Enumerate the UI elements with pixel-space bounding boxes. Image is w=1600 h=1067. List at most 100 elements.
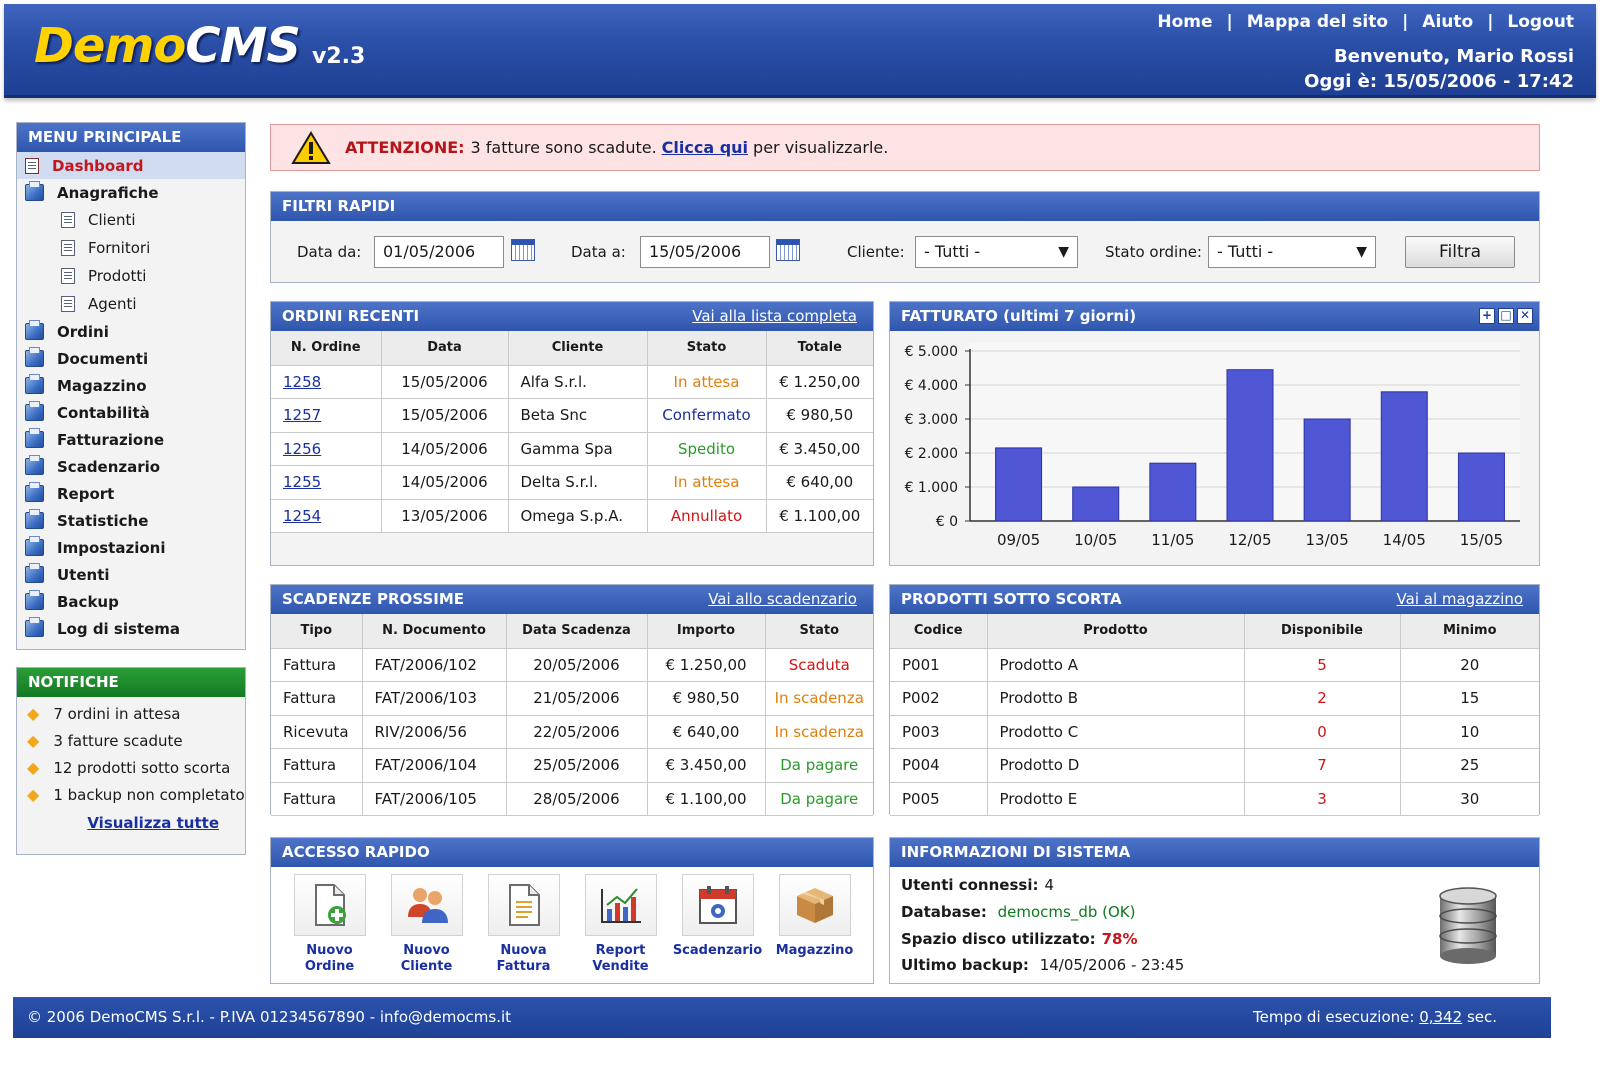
column-header[interactable]: Importo [647,614,766,649]
nav-home[interactable]: Home [1157,12,1212,32]
sidebar-item-fatturazione[interactable]: Fatturazione [17,426,245,453]
deadlines-link[interactable]: Vai allo scadenzario [708,585,857,614]
chevron-down-icon: ▼ [1356,244,1367,260]
column-header[interactable]: Tipo [271,614,363,649]
sidebar-item-label: Report [57,484,115,503]
bar-12-05[interactable] [1226,369,1274,522]
date-from-input[interactable]: 01/05/2006 [374,236,504,268]
order-date: 14/05/2006 [381,432,509,466]
status-select[interactable]: - Tutti - ▼ [1208,236,1376,268]
order-number-link[interactable]: 1257 [271,398,382,433]
quick-new-order[interactable]: Nuovo Ordine [281,874,378,975]
table-row[interactable]: P002 Prodotto B 2 15 [890,681,1539,716]
quick-warehouse[interactable]: Magazzino [766,874,863,975]
notification-item[interactable]: ◆ 7 ordini in attesa [17,700,245,727]
table-row[interactable]: Fattura FAT/2006/103 21/05/2006 € 980,50 In … [271,681,873,716]
sidebar-item-dashboard[interactable]: Dashboard [17,152,245,179]
table-row[interactable]: 1254 13/05/2006 Omega S.p.A. Annullato € 1.1… [271,499,873,533]
bar-13-05[interactable] [1303,418,1351,522]
nav-sitemap[interactable]: Mappa del sito [1247,12,1388,32]
x-tick-label: 09/05 [997,531,1040,549]
sidebar-item-utenti[interactable]: Utenti [17,561,245,588]
sidebar-item-magazzino[interactable]: Magazzino [17,372,245,399]
revenue-title: FATTURATO (ultimi 7 giorni) + □ ✕ [890,302,1539,331]
close-icon[interactable]: ✕ [1517,308,1533,324]
sidebar-item-impostazioni[interactable]: Impostazioni [17,534,245,561]
warehouse-link[interactable]: Vai al magazzino [1397,585,1523,614]
sidebar-item-report[interactable]: Report [17,480,245,507]
column-header[interactable]: N. Documento [362,614,507,649]
sidebar-item-documenti[interactable]: Documenti [17,345,245,372]
table-row[interactable]: P004 Prodotto D 7 25 [890,748,1539,783]
column-header[interactable]: Prodotto [987,614,1245,649]
column-header[interactable]: Data Scadenza [506,614,648,649]
sidebar-item-scadenzario[interactable]: Scadenzario [17,453,245,480]
nav-logout[interactable]: Logout [1507,12,1574,32]
low-stock-title: PRODOTTI SOTTO SCORTA Vai al magazzino [890,585,1539,614]
bar-11-05[interactable] [1149,462,1197,522]
sidebar-item-clienti[interactable]: Clienti [17,206,245,234]
sidebar-item-fornitori[interactable]: Fornitori [17,234,245,262]
revenue-panel: FATTURATO (ultimi 7 giorni) + □ ✕ € 0 € 1… [889,301,1540,566]
table-row[interactable]: Fattura FAT/2006/105 28/05/2006 € 1.100,00 D… [271,782,873,816]
table-row[interactable]: 1257 15/05/2006 Beta Snc Confermato € 980,50 [271,398,873,433]
column-header[interactable]: Minimo [1400,614,1539,649]
table-row[interactable]: Ricevuta RIV/2006/56 22/05/2006 € 640,00 In … [271,715,873,749]
column-header[interactable]: Data [381,331,509,366]
column-header[interactable]: Codice [890,614,988,649]
quick-deadlines[interactable]: Scadenzario [669,874,766,975]
order-number-link[interactable]: 1256 [271,432,382,466]
table-row[interactable]: 1258 15/05/2006 Alfa S.r.l. In attesa € 1.25… [271,365,873,399]
orders-full-list-link[interactable]: Vai alla lista completa [692,302,857,331]
date-to-input[interactable]: 15/05/2006 [640,236,770,268]
sidebar-item-agenti[interactable]: Agenti [17,290,245,318]
calendar-icon[interactable] [776,239,800,261]
bar-10-05[interactable] [1072,486,1120,522]
sidebar-item-anagrafiche[interactable]: Anagrafiche [17,179,245,206]
column-header[interactable]: Totale [766,331,873,366]
logo[interactable]: DemoCMS [34,18,301,74]
bar-14-05[interactable] [1380,391,1428,522]
sidebar-item-ordini[interactable]: Ordini [17,318,245,345]
order-number-link[interactable]: 1255 [271,465,382,500]
quick-sales-report[interactable]: Report Vendite [572,874,669,975]
quick-new-client[interactable]: Nuovo Cliente [378,874,475,975]
column-header[interactable]: Cliente [508,331,648,366]
client-select[interactable]: - Tutti - ▼ [915,236,1078,268]
maximize-icon[interactable]: + [1479,308,1495,324]
table-row[interactable]: Fattura FAT/2006/102 20/05/2006 € 1.250,00 S… [271,648,873,682]
table-row[interactable]: P003 Prodotto C 0 10 [890,715,1539,749]
order-number-link[interactable]: 1254 [271,499,382,533]
view-all-notifications-link[interactable]: Visualizza tutte [17,814,245,832]
table-row[interactable]: P001 Prodotto A 5 20 [890,648,1539,682]
notification-item[interactable]: ◆ 3 fatture scadute [17,727,245,754]
column-header[interactable]: Stato [765,614,873,649]
sidebar-item-backup[interactable]: Backup [17,588,245,615]
column-header[interactable]: Stato [647,331,767,366]
column-header[interactable]: N. Ordine [271,331,382,366]
column-header[interactable]: Disponibile [1244,614,1401,649]
nav-help[interactable]: Aiuto [1422,12,1473,32]
table-row[interactable]: 1255 14/05/2006 Delta S.r.l. In attesa € 640… [271,465,873,500]
folder-icon [25,617,44,637]
notification-item[interactable]: ◆ 1 backup non completato [17,781,245,808]
page-icon [61,240,75,256]
order-number-link[interactable]: 1258 [271,365,382,399]
stock-code: P003 [890,715,988,749]
recent-orders-panel: ORDINI RECENTI Vai alla lista completa N… [270,301,874,566]
filter-button[interactable]: Filtra [1405,236,1515,268]
calendar-icon[interactable] [511,239,535,261]
restore-icon[interactable]: □ [1498,308,1514,324]
sidebar-item-log-di-sistema[interactable]: Log di sistema [17,615,245,642]
table-row[interactable]: 1256 14/05/2006 Gamma Spa Spedito € 3.450,00 [271,432,873,466]
sidebar-item-prodotti[interactable]: Prodotti [17,262,245,290]
notification-item[interactable]: ◆ 12 prodotti sotto scorta [17,754,245,781]
bar-15-05[interactable] [1457,452,1505,522]
sidebar-item-statistiche[interactable]: Statistiche [17,507,245,534]
alert-link[interactable]: Clicca qui [662,138,748,157]
quick-new-invoice[interactable]: Nuova Fattura [475,874,572,975]
sidebar-item-contabilit-[interactable]: Contabilità [17,399,245,426]
table-row[interactable]: P005 Prodotto E 3 30 [890,782,1539,816]
table-row[interactable]: Fattura FAT/2006/104 25/05/2006 € 3.450,00 D… [271,748,873,783]
bar-09-05[interactable] [995,447,1043,522]
